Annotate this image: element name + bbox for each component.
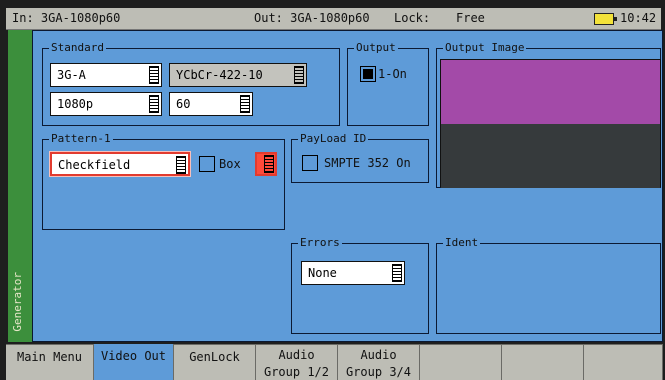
output-title: Output: [354, 41, 398, 55]
side-tab-label: Generator: [11, 272, 24, 332]
menu-tab-6[interactable]: [502, 344, 584, 380]
menu-tab-sublabel: Group 1/2: [263, 365, 330, 379]
scroll-icon: [176, 156, 186, 174]
menu-tab-2[interactable]: GenLock: [174, 344, 256, 380]
pattern-title: Pattern-1: [49, 132, 113, 146]
output-on-checkbox[interactable]: [360, 66, 376, 82]
pattern-value: Checkfield: [58, 158, 131, 172]
errors-group: Errors None: [291, 236, 429, 334]
preview-band-bottom: [441, 124, 660, 188]
output-image-preview: [440, 59, 661, 188]
scroll-icon: [264, 155, 274, 173]
menu-tab-5[interactable]: [420, 344, 502, 380]
battery-icon: [594, 13, 617, 25]
payload-title: PayLoad ID: [298, 132, 369, 146]
ident-title: Ident: [443, 236, 481, 250]
output-image-title: Output Image: [443, 41, 527, 55]
menu-tab-label: Audio: [360, 348, 397, 362]
menu-tab-label: GenLock: [189, 350, 240, 364]
menu-tab-7[interactable]: [584, 344, 663, 380]
format-value: 1080p: [57, 97, 94, 111]
errors-title: Errors: [298, 236, 342, 250]
ident-group: Ident: [436, 236, 661, 334]
scroll-icon: [149, 95, 159, 113]
pattern-group: Pattern-1 Checkfield Box: [42, 132, 285, 230]
smpte352-checkbox[interactable]: [302, 155, 318, 171]
box-checkbox[interactable]: [199, 156, 215, 172]
menu-tab-label: Video Out: [100, 349, 167, 363]
interface-select[interactable]: 3G-A: [50, 63, 162, 87]
menu-tab-4[interactable]: Audio Group 3/4: [338, 344, 420, 380]
standard-title: Standard: [49, 41, 106, 55]
output-status: Out: 3GA-1080p60: [254, 11, 370, 25]
clock: 10:42: [620, 11, 657, 25]
side-tab-generator[interactable]: Generator: [8, 30, 33, 342]
generator-screen: In: 3GA-1080p60 Out: 3GA-1080p60 Lock: F…: [0, 0, 665, 380]
rate-select[interactable]: 60: [169, 92, 253, 116]
scroll-icon: [392, 264, 402, 282]
format-select[interactable]: 1080p: [50, 92, 162, 116]
preview-band-top: [441, 60, 660, 124]
menu-tab-label: Main Menu: [16, 350, 83, 364]
output-group: Output 1-On: [347, 41, 429, 126]
smpte352-label: SMPTE 352 On: [324, 156, 411, 170]
colour-space-select[interactable]: YCbCr-422-10: [169, 63, 307, 87]
menu-tab-0[interactable]: Main Menu: [6, 344, 94, 380]
errors-value: None: [308, 266, 337, 280]
input-status: In: 3GA-1080p60: [12, 11, 121, 25]
colour-space-value: YCbCr-422-10: [176, 68, 263, 82]
standard-group: Standard 3G-A YCbCr-422-10 1080p 60: [42, 41, 340, 126]
scroll-icon: [294, 66, 304, 84]
rate-value: 60: [176, 97, 191, 111]
box-label: Box: [219, 157, 241, 171]
menu-tab-label: Audio: [278, 348, 315, 362]
errors-select[interactable]: None: [301, 261, 405, 285]
interface-value: 3G-A: [57, 68, 86, 82]
scroll-icon: [149, 66, 159, 84]
pattern-select[interactable]: Checkfield: [50, 152, 190, 176]
menu-tab-sublabel: Group 3/4: [345, 365, 412, 379]
menu-tab-3[interactable]: Audio Group 1/2: [256, 344, 338, 380]
box-colour-select[interactable]: [255, 152, 277, 176]
output-on-label: 1-On: [378, 67, 407, 81]
menu-bar: Main Menu Video Out GenLock Audio Group 1/2 A…: [6, 344, 663, 380]
lock-value: Free: [456, 11, 485, 25]
status-bar: In: 3GA-1080p60 Out: 3GA-1080p60 Lock: F…: [6, 8, 661, 30]
lock-label: Lock:: [394, 11, 431, 25]
scroll-icon: [240, 95, 250, 113]
payload-group: PayLoad ID SMPTE 352 On: [291, 132, 429, 183]
menu-tab-1[interactable]: Video Out: [94, 344, 174, 380]
